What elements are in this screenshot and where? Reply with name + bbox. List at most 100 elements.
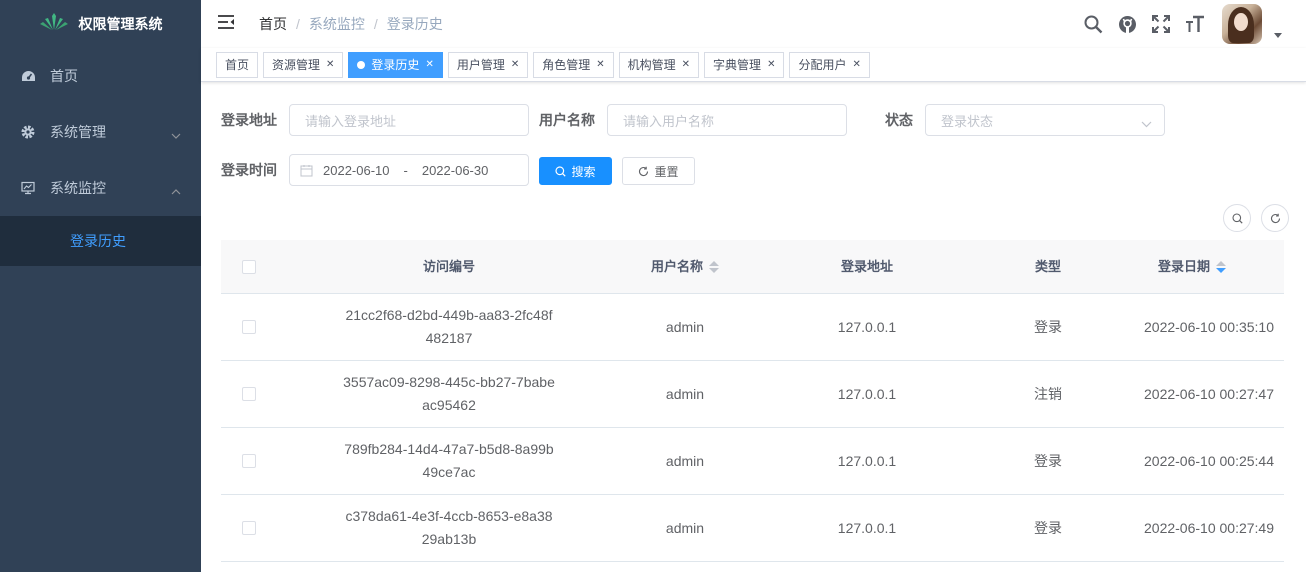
- table-header: 访问编号 用户名称 登录地址 类型 登录日期: [221, 240, 1284, 294]
- close-icon[interactable]: ✕: [852, 59, 860, 70]
- toggle-search-button[interactable]: [1223, 204, 1251, 232]
- breadcrumb: 首页 / 系统监控 / 登录历史: [259, 14, 443, 34]
- refresh-icon: [1270, 213, 1281, 224]
- row-checkbox[interactable]: [242, 454, 256, 468]
- tag-label: 字典管理: [713, 58, 762, 72]
- tag-org-manage[interactable]: 机构管理 ✕: [618, 51, 700, 78]
- date-separator: -: [403, 162, 408, 178]
- chevron-up-icon: [171, 182, 181, 198]
- cell-id: 789fb284-14d4-47a7-b5d8-8a99b 49ce7ac: [277, 438, 621, 484]
- cell-username: admin: [665, 318, 705, 335]
- sidebar-item-system-monitor[interactable]: 系统监控: [0, 160, 201, 216]
- chevron-down-icon: [1141, 116, 1152, 131]
- avatar[interactable]: [1222, 4, 1262, 44]
- cell-date: 2022-06-10 00:35:10: [1144, 318, 1274, 335]
- search-button[interactable]: 搜索: [539, 157, 612, 185]
- close-icon[interactable]: ✕: [767, 59, 775, 70]
- table-row[interactable]: 3557ac09-8298-445c-bb27-7babe ac95462 adm…: [221, 361, 1284, 428]
- address-input[interactable]: 请输入登录地址: [289, 104, 529, 136]
- username-input[interactable]: 请输入用户名称: [607, 104, 847, 136]
- monitor-icon: [20, 180, 36, 196]
- close-icon[interactable]: ✕: [511, 59, 519, 70]
- cell-type: 注销: [1034, 385, 1062, 402]
- caret-down-icon[interactable]: [1274, 32, 1282, 38]
- form-item-username: 用户名称 请输入用户名称: [539, 104, 847, 136]
- sidebar-item-system-manage[interactable]: 系统管理: [0, 104, 201, 160]
- column-header-date[interactable]: 登录日期: [1111, 255, 1284, 278]
- close-icon[interactable]: ✕: [596, 59, 604, 70]
- cell-username: admin: [665, 452, 705, 469]
- tag-label: 角色管理: [542, 58, 591, 72]
- breadcrumb-separator: /: [373, 16, 378, 32]
- date-end[interactable]: 2022-06-30: [422, 163, 489, 178]
- close-icon[interactable]: ✕: [326, 59, 334, 70]
- row-checkbox[interactable]: [242, 387, 256, 401]
- sidebar-item-home[interactable]: 首页: [0, 48, 201, 104]
- cell-id-line: c378da61-4e3f-4ccb-8653-e8a38: [345, 508, 553, 524]
- cell-id: 21cc2f68-d2bd-449b-aa83-2fc48f 482187: [277, 304, 621, 350]
- github-icon[interactable]: [1116, 13, 1138, 35]
- cell-date: 2022-06-10 00:27:49: [1144, 519, 1274, 536]
- tag-dict-manage[interactable]: 字典管理 ✕: [704, 51, 785, 78]
- date-range-picker[interactable]: 2022-06-10 - 2022-06-30: [289, 154, 529, 186]
- breadcrumb-item-home[interactable]: 首页: [259, 14, 287, 34]
- tag-user-manage[interactable]: 用户管理 ✕: [447, 51, 529, 78]
- address-label: 登录地址: [221, 112, 277, 128]
- table-row[interactable]: c378da61-4e3f-4ccb-8653-e8a38 29ab13b adm…: [221, 495, 1284, 562]
- table-row[interactable]: 21cc2f68-d2bd-449b-aa83-2fc48f 482187 adm…: [221, 294, 1284, 361]
- sidebar-subitem-login-history[interactable]: 登录历史: [0, 216, 201, 266]
- cell-id-line: 21cc2f68-d2bd-449b-aa83-2fc48f: [345, 307, 553, 323]
- close-icon[interactable]: ✕: [682, 59, 690, 70]
- form-item-time: 登录时间 2022-06-10 - 2022-06-30: [221, 154, 529, 186]
- cell-id-line: 482187: [425, 330, 473, 346]
- tag-assign-user[interactable]: 分配用户 ✕: [789, 51, 870, 78]
- cell-date: 2022-06-10 00:27:47: [1144, 385, 1274, 402]
- close-icon[interactable]: ✕: [425, 59, 433, 70]
- reset-button[interactable]: 重置: [622, 157, 695, 185]
- date-start[interactable]: 2022-06-10: [323, 163, 390, 178]
- cell-id-line: 789fb284-14d4-47a7-b5d8-8a99b: [344, 441, 554, 457]
- status-placeholder: 登录状态: [941, 113, 994, 129]
- row-checkbox[interactable]: [242, 521, 256, 535]
- hamburger-button[interactable]: [201, 0, 251, 48]
- select-all-checkbox[interactable]: [242, 259, 256, 274]
- cell-id-line: 29ab13b: [421, 531, 477, 547]
- tag-label: 用户管理: [456, 58, 505, 72]
- row-checkbox[interactable]: [242, 320, 256, 334]
- search-button-label: 搜索: [571, 164, 596, 179]
- tag-label: 分配用户: [798, 58, 847, 72]
- tag-label: 机构管理: [627, 58, 676, 72]
- search-icon[interactable]: [1082, 13, 1104, 35]
- status-select[interactable]: 登录状态: [925, 104, 1165, 136]
- tag-role-manage[interactable]: 角色管理 ✕: [533, 51, 614, 78]
- breadcrumb-item-monitor: 系统监控: [308, 16, 365, 32]
- column-header-label: 登录日期: [1157, 259, 1210, 274]
- cell-address: 127.0.0.1: [837, 452, 897, 469]
- select-all-cell: [221, 259, 277, 274]
- refresh-button[interactable]: [1261, 204, 1289, 232]
- username-placeholder: 请输入用户名称: [623, 113, 715, 129]
- search-icon: [1231, 212, 1243, 224]
- cell-id: 3557ac09-8298-445c-bb27-7babe ac95462: [277, 371, 621, 417]
- tag-login-history[interactable]: 登录历史 ✕: [348, 51, 443, 78]
- active-dot: [357, 60, 366, 69]
- table-row[interactable]: 789fb284-14d4-47a7-b5d8-8a99b 49ce7ac adm…: [221, 428, 1284, 495]
- cell-type: 登录: [1034, 318, 1062, 335]
- cell-type: 登录: [1034, 519, 1062, 536]
- tag-home[interactable]: 首页: [216, 51, 259, 78]
- fullscreen-icon[interactable]: [1150, 13, 1172, 35]
- font-size-icon[interactable]: [1184, 13, 1206, 35]
- logo-icon: [39, 12, 69, 37]
- logo[interactable]: 权限管理系统: [0, 0, 201, 48]
- sidebar-item-label: 系统管理: [50, 124, 106, 140]
- tag-resource-manage[interactable]: 资源管理 ✕: [263, 51, 344, 78]
- column-header-username[interactable]: 用户名称: [621, 255, 749, 278]
- sidebar: 权限管理系统 首页 系统管理 系统监控 登录历史: [0, 0, 201, 572]
- sort-icon[interactable]: [1216, 260, 1226, 273]
- column-header-label: 访问编号: [422, 259, 475, 274]
- breadcrumb-separator: /: [296, 16, 300, 32]
- right-menu: [1082, 0, 1282, 48]
- sort-icon[interactable]: [709, 260, 719, 273]
- cell-username: admin: [665, 519, 705, 536]
- chevron-down-icon: [171, 126, 181, 142]
